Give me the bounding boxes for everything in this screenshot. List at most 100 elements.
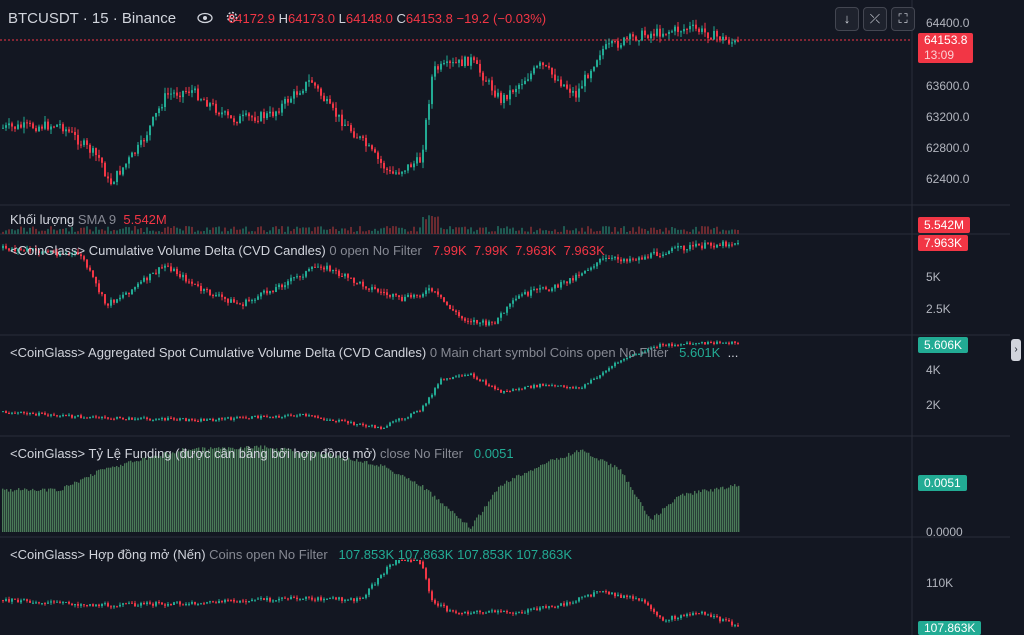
price-candle [575, 90, 577, 98]
volume-bar [392, 226, 394, 234]
price-candle [83, 140, 85, 145]
volume-bar [347, 230, 349, 234]
oi-candle [227, 599, 229, 601]
volume-bar [386, 226, 388, 234]
volume-bar [353, 231, 355, 234]
maximize-icon[interactable]: ⛶ [891, 7, 915, 31]
spot-cvd-candle [614, 362, 616, 367]
price-candle [209, 103, 211, 107]
more-values[interactable]: ... [728, 345, 739, 360]
oi-candle [587, 594, 589, 597]
oi-candle [5, 599, 7, 602]
cvd-candle [185, 274, 187, 282]
spot-cvd-candle [227, 417, 229, 419]
cvd-candle [611, 257, 613, 259]
oi-candle [668, 619, 670, 621]
cvd-candle [98, 283, 100, 293]
arrow-down-icon[interactable]: ↓ [835, 7, 859, 31]
cvd-candle [191, 281, 193, 284]
price-candle [86, 140, 88, 145]
funding-bar [28, 490, 30, 532]
price-candle [590, 70, 592, 79]
cvd-candle [644, 256, 646, 260]
oi-candle [665, 620, 667, 622]
funding-bar [36, 490, 38, 532]
spot-cvd-candle [149, 418, 151, 421]
cvd-candle [668, 251, 670, 255]
volume-bar [215, 227, 217, 234]
oi-candle [248, 601, 250, 603]
cvd-candle [593, 266, 595, 268]
chevron-right-icon[interactable]: › [1011, 339, 1021, 361]
funding-bar [450, 511, 452, 532]
cvd-candle [251, 300, 253, 302]
symbol-title[interactable]: BTCUSDT · 15 · Binance [4, 8, 181, 29]
oi-candle [284, 597, 286, 599]
funding-bar [644, 510, 646, 532]
funding-bar [652, 519, 654, 532]
funding-bar [16, 489, 18, 532]
cvd-candle [434, 291, 436, 293]
cvd-candle [296, 276, 298, 278]
spot-cvd-candle [305, 414, 307, 416]
price-candle [431, 76, 433, 105]
oi-candle [44, 603, 46, 605]
oi-candle [50, 601, 52, 603]
oi-candle [125, 603, 127, 605]
funding-bar [670, 503, 672, 532]
oi-candle [551, 606, 553, 608]
chart-canvas[interactable] [0, 0, 1024, 635]
spot-cvd-candle [140, 417, 142, 419]
price-candle [644, 30, 646, 36]
spot-cvd-candle [158, 419, 160, 421]
price-candle [155, 113, 157, 117]
funding-bar [578, 452, 580, 532]
cvd-candle [299, 276, 301, 278]
spot-cvd-candle [191, 419, 193, 421]
volume-bar [425, 219, 427, 234]
volume-bar [278, 229, 280, 234]
funding-bar [572, 454, 574, 532]
oi-candle [593, 592, 595, 597]
funding-bar [480, 515, 482, 532]
price-candle [539, 62, 541, 66]
funding-bar [348, 457, 350, 532]
funding-bar [134, 461, 136, 532]
oi-candle [203, 603, 205, 605]
cvd-candle [488, 321, 490, 326]
spot-cvd-candle [20, 412, 22, 414]
volume-tag: 5.542M [918, 217, 971, 233]
spot-cvd-candle [470, 373, 472, 375]
funding-bar [44, 488, 46, 532]
cvd-candle [470, 321, 472, 323]
spot-cvd-candle [299, 414, 301, 416]
funding-bar [504, 483, 506, 532]
funding-bar [502, 485, 504, 532]
funding-bar [590, 456, 592, 532]
price-candle [140, 140, 142, 145]
funding-bar [350, 459, 352, 532]
spot-cvd-candle [545, 384, 547, 386]
cvd-candle [269, 290, 271, 294]
price-candle [248, 113, 250, 117]
price-candle [629, 34, 631, 40]
spot-cvd-candle [461, 375, 463, 377]
funding-bar [342, 457, 344, 532]
funding-bar [10, 489, 12, 532]
collapse-icon[interactable]: ⤫ [863, 7, 887, 31]
cvd-candle [305, 271, 307, 277]
volume-bar [164, 227, 166, 234]
eye-icon[interactable] [197, 12, 213, 24]
cvd-candle [188, 281, 190, 283]
cvd-candle [116, 299, 118, 303]
spot-cvd-candle [221, 418, 223, 420]
oi-candle [527, 609, 529, 613]
spot-cvd-candle [575, 387, 577, 389]
funding-bar [58, 490, 60, 532]
spot-cvd-candle [359, 423, 361, 425]
price-candle [230, 115, 232, 119]
volume-bar [338, 230, 340, 234]
volume-bar [2, 231, 4, 234]
oi-low: 107.853K [457, 547, 513, 562]
oi-candle [464, 611, 466, 614]
